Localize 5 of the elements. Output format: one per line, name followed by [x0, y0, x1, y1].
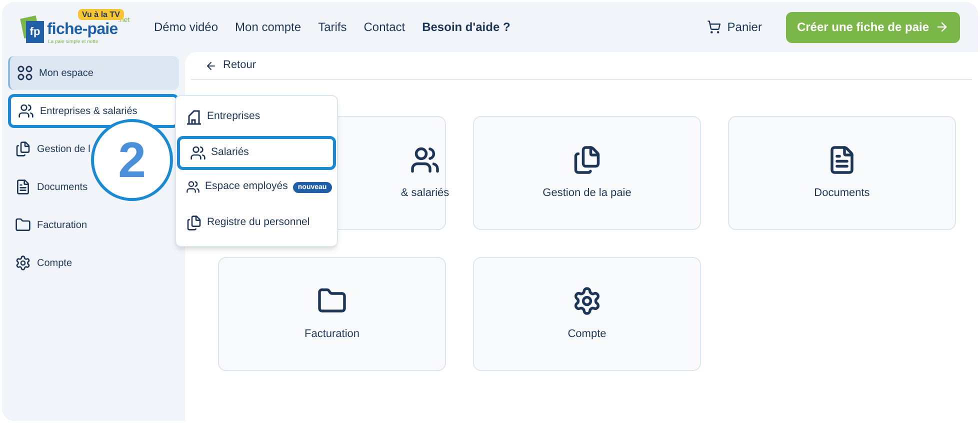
card-label: Compte	[568, 326, 606, 342]
card-label: & salariés	[400, 186, 450, 201]
card-label: Gestion de la paie	[542, 186, 632, 201]
card-label: Facturation	[304, 326, 360, 342]
card-label: Documents	[814, 186, 870, 201]
